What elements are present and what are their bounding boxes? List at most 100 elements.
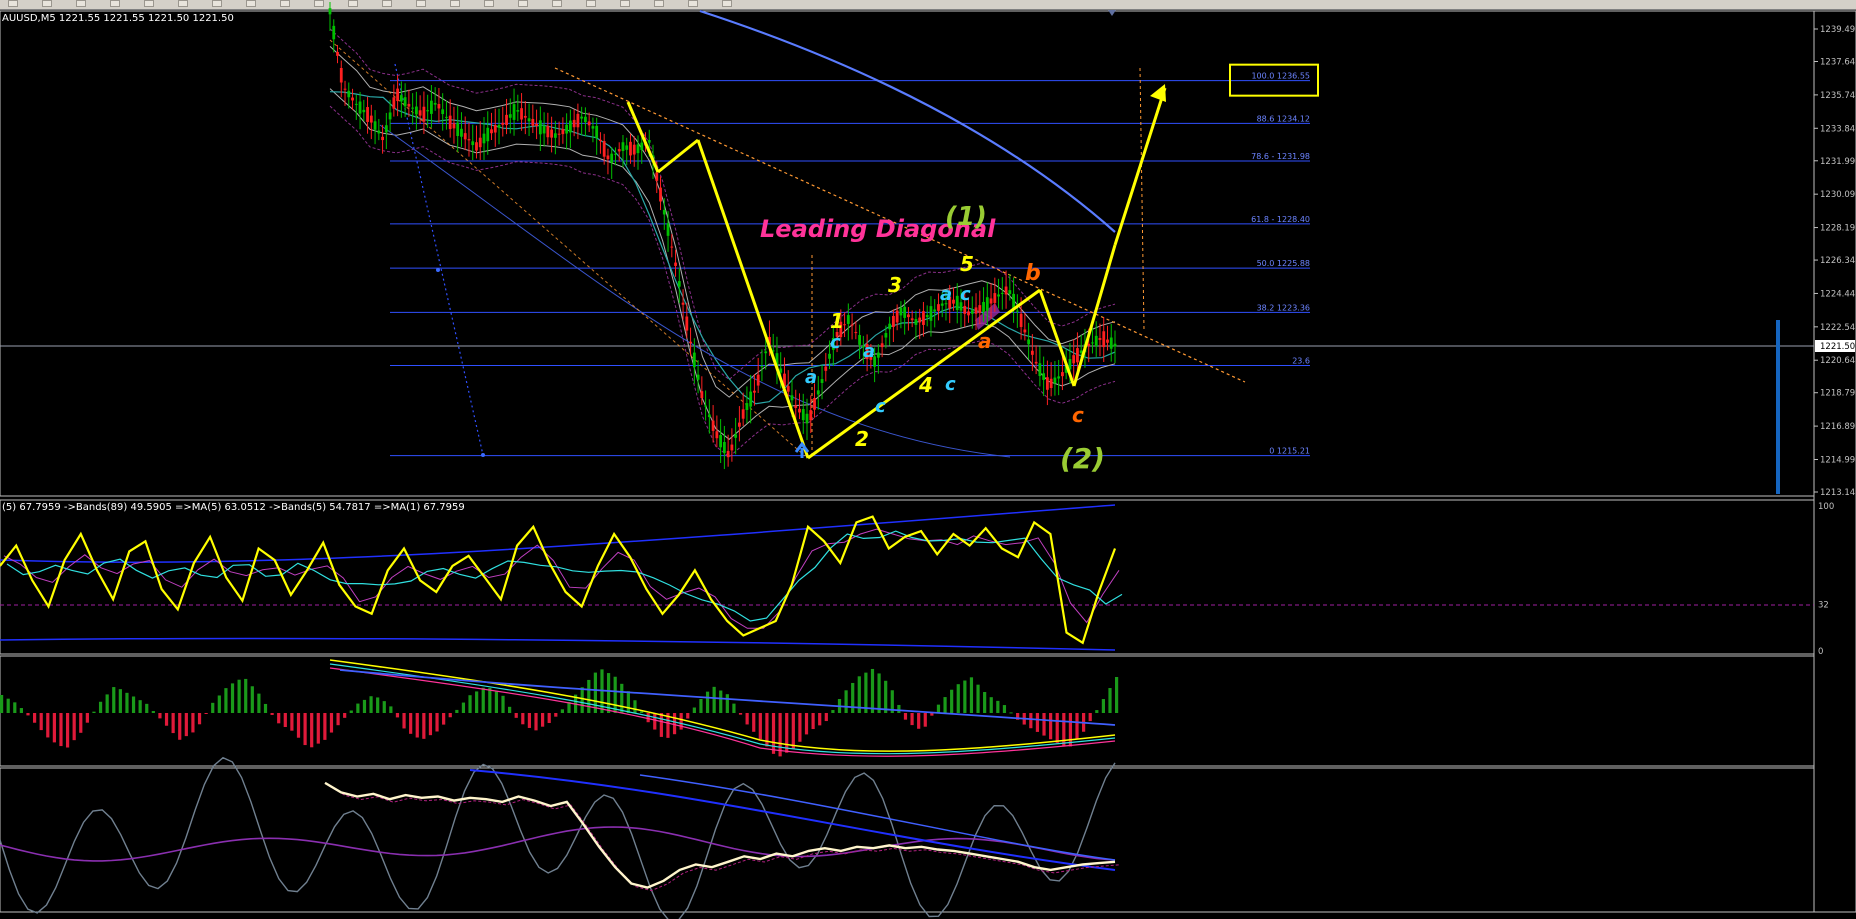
candle-body (707, 414, 711, 418)
candle-body (587, 121, 591, 126)
histogram-pane (0, 659, 1119, 757)
histogram-bar (508, 706, 512, 713)
histogram-bar (963, 680, 967, 713)
candle-body (523, 115, 527, 118)
histogram-bar (448, 713, 452, 718)
candle-body (670, 246, 674, 248)
histogram-bar (1002, 705, 1007, 713)
candle-body (895, 310, 899, 323)
histogram-bar (732, 703, 736, 713)
candle-body (970, 310, 974, 314)
histogram-bar (844, 690, 848, 713)
histogram-bar (1042, 713, 1046, 736)
price-tick-label: 1237.64 (1820, 58, 1855, 68)
candle-body (730, 444, 734, 451)
candle-body (377, 130, 381, 134)
histogram-bar (884, 680, 888, 713)
histogram-bar (897, 704, 901, 713)
candle-body (407, 103, 411, 107)
histogram-bar (191, 713, 195, 733)
histogram-bar (59, 713, 63, 747)
candle-body (602, 141, 606, 157)
candle-body (910, 318, 914, 321)
histogram-bar (19, 708, 23, 713)
candle-body (546, 125, 550, 138)
candle-body (914, 319, 918, 325)
candle-body (989, 298, 993, 304)
price-tick-label: 1226.34 (1820, 256, 1855, 266)
histogram-bar (409, 713, 413, 734)
candle-body (719, 435, 723, 448)
candle-body (933, 309, 937, 312)
candle-body (786, 386, 790, 392)
histogram-bar (1115, 677, 1119, 713)
histogram-bar (32, 713, 37, 723)
candle-body (1004, 286, 1008, 295)
candle-body (1015, 310, 1019, 312)
candle-body (850, 324, 854, 326)
candle-body (403, 97, 407, 107)
candle-body (846, 315, 850, 324)
candle-body (418, 110, 422, 116)
candle-body (430, 100, 433, 114)
candle-body (640, 142, 644, 150)
candlesticks[interactable] (328, 2, 1117, 470)
histogram-bar (1009, 712, 1013, 714)
oscillator-2-pane (0, 756, 1120, 919)
histogram-bar (171, 713, 175, 734)
candle-body (584, 116, 587, 123)
histogram-bar (349, 710, 353, 713)
wave-line (1038, 289, 1076, 387)
candle-body (576, 113, 580, 128)
candle-body (599, 139, 602, 142)
candle-body (741, 409, 745, 419)
histogram-bar (316, 713, 320, 744)
histogram-bar (389, 706, 393, 713)
histogram-bar (877, 673, 881, 713)
candle-body (1008, 290, 1012, 294)
chart-canvas: 100.0 1236.55 88.6 1234.12 78.6 - 1231.98 6… (0, 2, 1856, 919)
price-tick-label: 1231.99 (1820, 157, 1855, 167)
histogram-bar (1062, 713, 1066, 747)
sub-wave-label: c (960, 284, 971, 305)
candle-body (501, 122, 505, 125)
histogram-bar (659, 713, 663, 737)
histogram-bar (996, 700, 1000, 713)
histogram-bar (92, 711, 96, 713)
candle-body (561, 129, 565, 135)
histogram-bar (230, 683, 235, 713)
price-tick-label: 1214.99 (1820, 455, 1855, 465)
candle-body (632, 144, 636, 155)
candle-body (347, 90, 351, 98)
candle-body (854, 332, 858, 334)
candle-body (722, 442, 726, 454)
price-tick-label: 1235.74 (1820, 91, 1855, 101)
histogram-bar (0, 695, 4, 713)
histogram-bar (864, 672, 868, 713)
fib-level-label: 100.0 1236.55 (1251, 72, 1310, 81)
candle-body (448, 115, 452, 130)
candle-body (828, 353, 831, 359)
candle-body (899, 307, 903, 316)
price-tick-label: 1216.89 (1820, 422, 1855, 432)
candle-body (647, 139, 651, 143)
histogram-bar (72, 713, 76, 741)
histogram-bar (343, 713, 347, 718)
histogram-bar (369, 696, 373, 713)
histogram-bar (541, 713, 545, 727)
fib-anchor-point (436, 268, 440, 272)
histogram-bar (646, 713, 650, 723)
wave-1-label: (1) (945, 202, 987, 232)
candle-body (974, 307, 978, 314)
sub-wave-label: c (875, 396, 886, 417)
current-price-label: 1221.50 (1820, 342, 1855, 352)
candle-body (531, 118, 535, 126)
histogram-bar (1049, 713, 1053, 740)
histogram-bar (969, 677, 974, 713)
candle-body (614, 153, 617, 155)
candle-body (794, 405, 798, 408)
price-tick-label: 1228.19 (1820, 224, 1855, 234)
oscillator-tick-label: 32 (1818, 601, 1829, 611)
candle-body (565, 124, 569, 134)
slow-moving-average (379, 124, 1011, 458)
